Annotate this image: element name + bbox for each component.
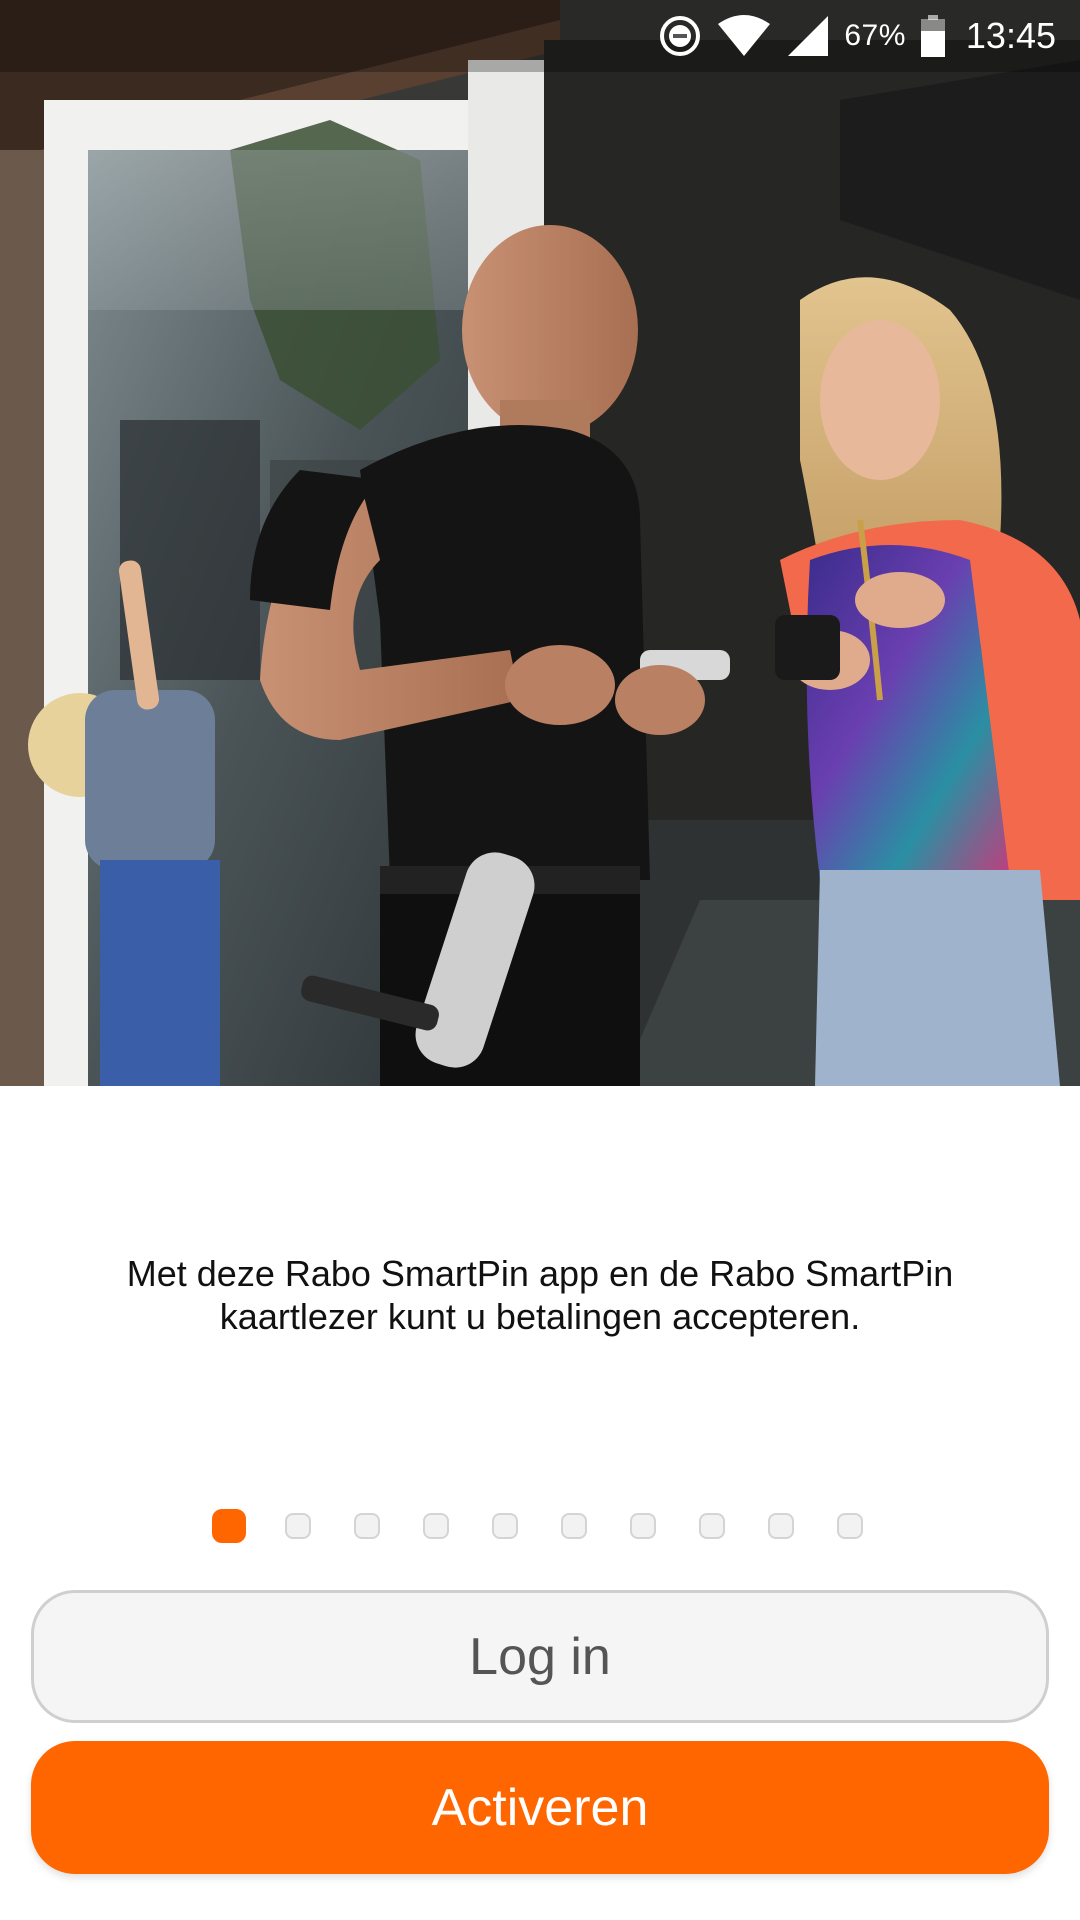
- page-dot-2[interactable]: [285, 1513, 311, 1539]
- page-dot-10[interactable]: [837, 1513, 863, 1539]
- page-dot-5[interactable]: [492, 1513, 518, 1539]
- battery-icon: [920, 14, 946, 58]
- page-dot-8[interactable]: [699, 1513, 725, 1539]
- hero-illustration: [0, 0, 1080, 1086]
- status-bar: 67% 13:45: [0, 0, 1080, 72]
- page-dot-4[interactable]: [423, 1513, 449, 1539]
- onboarding-description: Met deze Rabo SmartPin app en de Rabo Sm…: [126, 1253, 954, 1337]
- page-dot-7[interactable]: [630, 1513, 656, 1539]
- login-button[interactable]: Log in: [31, 1590, 1049, 1723]
- page-dot-6[interactable]: [561, 1513, 587, 1539]
- page-dot-3[interactable]: [354, 1513, 380, 1539]
- wifi-icon: [716, 14, 772, 58]
- page-dot-9[interactable]: [768, 1513, 794, 1539]
- page-indicator: [0, 1509, 1080, 1544]
- do-not-disturb-icon: [658, 14, 702, 58]
- hero-photo: [0, 0, 1080, 1086]
- onboarding-screen: 67% 13:45 Met deze Rabo SmartPin app en …: [0, 0, 1080, 1920]
- login-button-label: Log in: [469, 1627, 611, 1686]
- status-time: 13:45: [965, 15, 1056, 56]
- battery-percent: 67%: [844, 19, 906, 52]
- activate-button-label: Activeren: [431, 1778, 649, 1837]
- activate-button[interactable]: Activeren: [31, 1741, 1049, 1874]
- signal-icon: [786, 14, 830, 58]
- page-dot-1[interactable]: [212, 1509, 246, 1543]
